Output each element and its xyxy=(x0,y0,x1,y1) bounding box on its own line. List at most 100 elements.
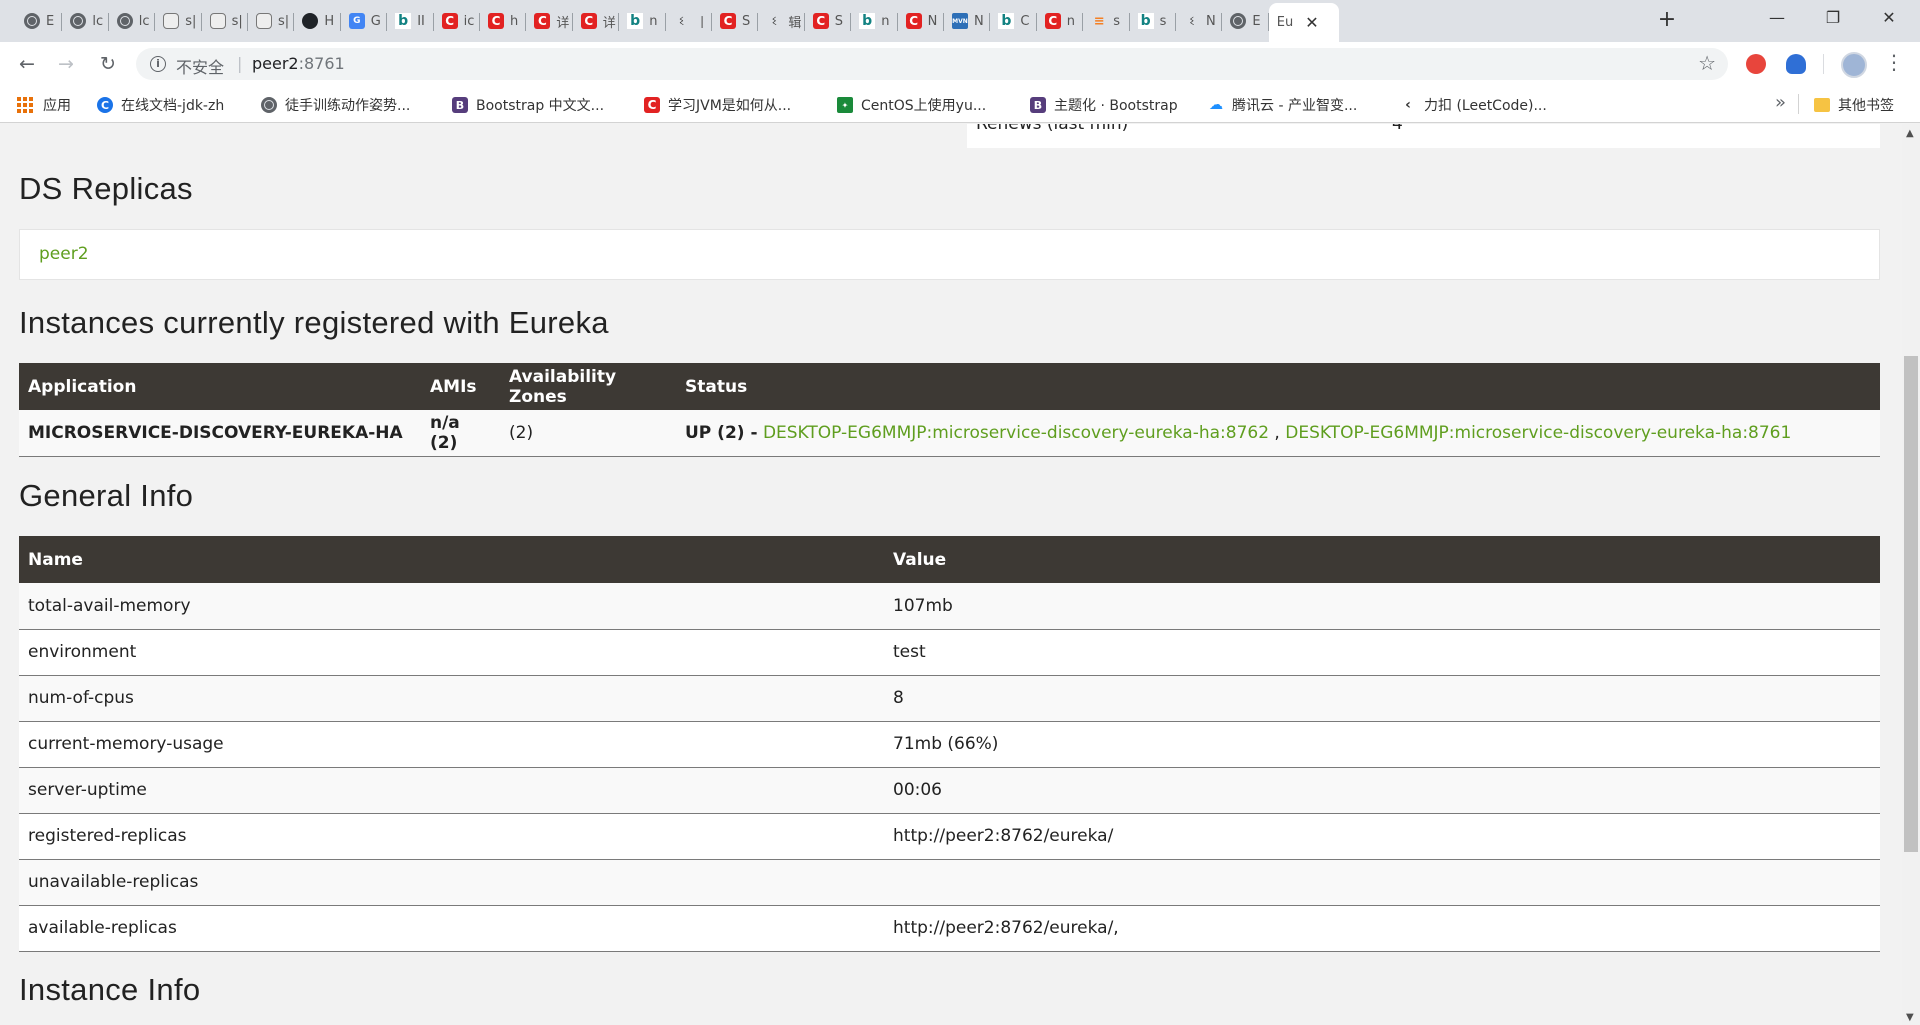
browser-tab[interactable]: E xyxy=(1222,5,1269,37)
bookmark-item[interactable]: C 在线文档-jdk-zh xyxy=(97,95,224,115)
bookmark-item[interactable]: B Bootstrap 中文文... xyxy=(452,95,604,115)
browser-tab[interactable]: ଽ丨 xyxy=(666,5,712,37)
close-window-button[interactable]: ✕ xyxy=(1866,6,1912,30)
browser-tab[interactable]: C详 xyxy=(526,5,573,37)
close-tab-icon[interactable]: ✕ xyxy=(1305,13,1318,32)
globe-icon xyxy=(1230,13,1247,29)
csdn-icon: C xyxy=(441,13,458,29)
bookmark-item[interactable]: 应用 xyxy=(17,95,71,115)
bootstrap-icon: B xyxy=(452,97,468,113)
site-info-icon[interactable]: i xyxy=(150,56,166,72)
browser-tab[interactable]: s| xyxy=(248,5,295,37)
bing-icon: b xyxy=(395,13,412,29)
url-text[interactable]: peer2:8761 xyxy=(252,54,345,73)
instances-title: Instances currently registered with Eure… xyxy=(19,305,609,340)
browser-tab[interactable]: Ch xyxy=(480,5,527,37)
tab-label: 详 xyxy=(556,15,570,31)
info-name: registered-replicas xyxy=(19,813,884,860)
tab-strip: + — ❐ ✕ Elc lc s| s| s| H G Gb II Cic Ch C 详 C 详 b n ଽ 丨 C S… xyxy=(0,0,1920,42)
bookmark-item[interactable]: B 主题化 · Bootstrap xyxy=(1030,95,1178,115)
tab-label: s| xyxy=(278,13,290,29)
scroll-thumb[interactable] xyxy=(1904,356,1918,852)
browser-tab[interactable]: bs xyxy=(1130,5,1176,37)
col-application: Application xyxy=(19,363,421,410)
browser-tab[interactable]: CS xyxy=(712,5,759,37)
browser-tab-active[interactable]: Eu ✕ xyxy=(1268,3,1339,42)
info-value: 71mb (66%) xyxy=(884,721,1880,768)
info-name: server-uptime xyxy=(19,767,884,814)
tab-label: C xyxy=(1020,13,1030,29)
browser-tab[interactable]: s| xyxy=(202,5,248,37)
instance-link-8762[interactable]: DESKTOP-EG6MMJP:microservice-discovery-e… xyxy=(763,423,1269,443)
browser-tab[interactable]: bn xyxy=(851,5,898,37)
bookmark-item[interactable]: C 学习JVM是如何从... xyxy=(644,95,791,115)
browser-tab[interactable]: s| xyxy=(155,5,202,37)
back-button[interactable]: ← xyxy=(13,50,41,78)
scroll-up-arrow-icon[interactable]: ▲ xyxy=(1906,128,1914,139)
url-port: :8761 xyxy=(298,54,345,73)
info-name: available-replicas xyxy=(19,905,884,952)
translate-icon: G xyxy=(348,13,365,29)
profile-avatar[interactable] xyxy=(1841,52,1867,78)
info-value: http://peer2:8762/eureka/, xyxy=(884,905,1880,952)
forward-button[interactable]: → xyxy=(52,50,80,78)
tab-label: n xyxy=(649,13,658,29)
browser-tab[interactable]: E xyxy=(16,5,63,37)
browser-menu-icon[interactable]: ⋮ xyxy=(1884,50,1904,74)
reload-button[interactable]: ↻ xyxy=(94,50,122,78)
stackoverflow-icon: ≡ xyxy=(1093,13,1105,29)
replica-link-peer2[interactable]: peer2 xyxy=(39,244,89,264)
browser-tab[interactable]: bC xyxy=(990,5,1037,37)
bing-icon: b xyxy=(859,13,876,29)
extension-translate-icon[interactable] xyxy=(1746,54,1766,74)
browser-tab[interactable]: H xyxy=(294,5,341,37)
bookmark-star-icon[interactable]: ☆ xyxy=(1698,51,1716,75)
browser-tab[interactable]: Cic xyxy=(434,5,480,37)
scroll-down-arrow-icon[interactable]: ▼ xyxy=(1906,1012,1914,1023)
bing-icon: b xyxy=(1137,13,1154,29)
browser-tab[interactable]: MVN N xyxy=(944,5,991,37)
instance-link-8761[interactable]: DESKTOP-EG6MMJP:microservice-discovery-e… xyxy=(1285,423,1791,443)
tab-label: lc xyxy=(138,13,150,29)
browser-tab[interactable]: C详 xyxy=(573,5,620,37)
browser-tab[interactable]: lc xyxy=(109,5,156,37)
browser-tab[interactable]: GG xyxy=(341,5,388,37)
page-scrollbar[interactable]: ▲ ▼ xyxy=(1902,124,1920,1025)
browser-tab[interactable]: ଽN xyxy=(1176,5,1223,37)
minimize-button[interactable]: — xyxy=(1754,6,1800,30)
robot-icon xyxy=(163,13,180,29)
browser-tab[interactable]: CS xyxy=(805,5,852,37)
col-availability-zones: Availability Zones xyxy=(500,363,676,410)
bookmarks-bar: » 其他书签 应用 C 在线文档-jdk-zh 徒手训练动作姿势... B Bootstr… xyxy=(0,86,1920,123)
tab-label: H xyxy=(324,13,335,29)
tab-label: ic xyxy=(463,13,475,29)
table-row: registered-replicas http://peer2:8762/eur… xyxy=(19,813,1880,860)
status-row-partial: Renews (last min) 4 xyxy=(967,124,1880,148)
address-bar[interactable]: i 不安全 | peer2:8761 ☆ xyxy=(136,48,1728,80)
info-name: environment xyxy=(19,629,884,676)
info-value: test xyxy=(884,629,1880,676)
restore-button[interactable]: ❐ xyxy=(1810,6,1856,30)
bookmarks-overflow-icon[interactable]: » xyxy=(1775,92,1786,113)
bookmark-label: 徒手训练动作姿势... xyxy=(285,98,411,114)
bookmark-item[interactable]: 徒手训练动作姿势... xyxy=(261,95,410,115)
browser-tab[interactable]: b II xyxy=(387,5,434,37)
browser-tab[interactable]: lc xyxy=(62,5,109,37)
browser-tab[interactable]: CN xyxy=(898,5,944,37)
browser-tab[interactable]: ଽ辑 xyxy=(758,5,805,37)
csdn-icon: C xyxy=(812,13,829,29)
browser-tab[interactable]: bn xyxy=(619,5,666,37)
extension-shield-icon[interactable] xyxy=(1786,54,1806,74)
tab-label: h xyxy=(510,13,519,29)
other-bookmarks-folder[interactable]: 其他书签 xyxy=(1814,95,1894,115)
bookmark-item[interactable]: ✦ CentOS上使用yu... xyxy=(837,95,986,115)
bookmark-item[interactable]: ‹ 力扣 (LeetCode)... xyxy=(1400,95,1547,115)
bookmark-label: CentOS上使用yu... xyxy=(861,98,987,114)
new-tab-button[interactable]: + xyxy=(1654,8,1680,34)
tab-label: s| xyxy=(231,13,243,29)
csdn-icon: C xyxy=(644,97,660,113)
bookmark-label: 主题化 · Bootstrap xyxy=(1054,98,1178,114)
browser-tab[interactable]: ≡ s xyxy=(1083,5,1130,37)
browser-tab[interactable]: Cn xyxy=(1037,5,1084,37)
bookmark-item[interactable]: ☁ 腾讯云 - 产业智变... xyxy=(1208,95,1357,115)
